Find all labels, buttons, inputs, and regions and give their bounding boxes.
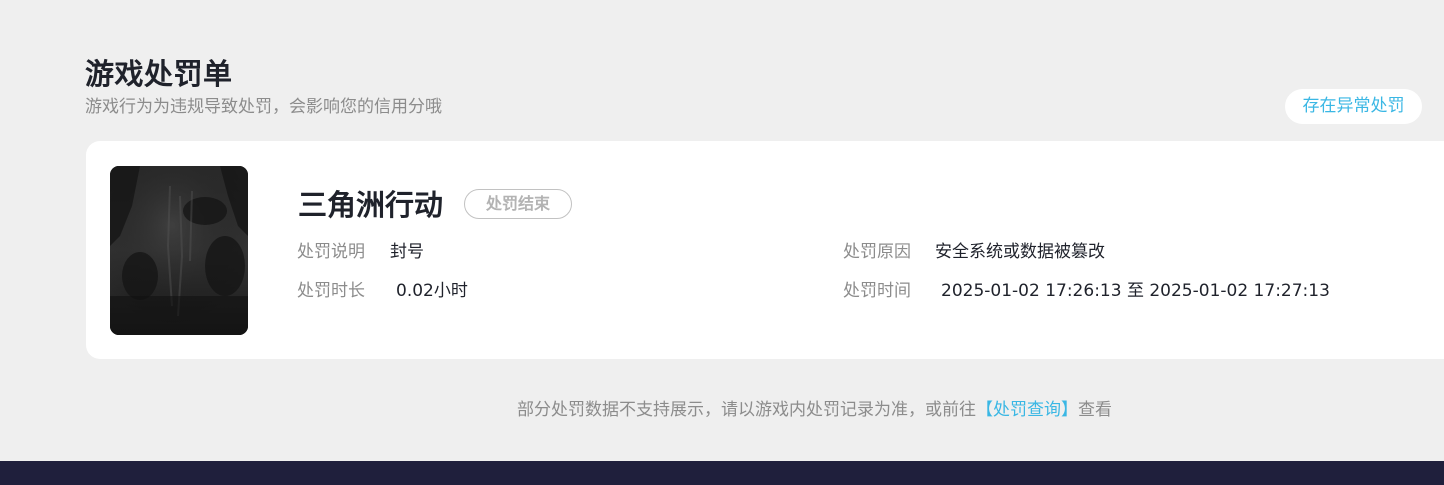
page-header: 游戏处罚单 游戏行为为违规导致处罚，会影响您的信用分哦 bbox=[85, 55, 442, 119]
status-badge: 处罚结束 bbox=[464, 189, 572, 219]
time-value: 2025-01-02 17:26:13 至 2025-01-02 17:27:1… bbox=[941, 281, 1330, 301]
page-subtitle: 游戏行为为违规导致处罚，会影响您的信用分哦 bbox=[85, 97, 442, 117]
penalty-card: 三角洲行动 处罚结束 处罚说明 封号 处罚原因 安全系统或数据被篡改 处罚时长 … bbox=[86, 141, 1444, 359]
duration-label: 处罚时长 bbox=[297, 281, 365, 301]
footer-note-suffix: 查看 bbox=[1078, 400, 1112, 420]
reason-value: 安全系统或数据被篡改 bbox=[935, 242, 1105, 262]
game-name: 三角洲行动 bbox=[298, 188, 444, 222]
footer-note-prefix: 部分处罚数据不支持展示，请以游戏内处罚记录为准，或前往 bbox=[517, 400, 976, 420]
time-label: 处罚时间 bbox=[843, 281, 911, 301]
description-value: 封号 bbox=[390, 242, 424, 262]
description-label: 处罚说明 bbox=[297, 242, 365, 262]
report-anomaly-button[interactable]: 存在异常处罚 bbox=[1285, 89, 1422, 124]
duration-value: 0.02小时 bbox=[396, 281, 468, 301]
reason-label: 处罚原因 bbox=[843, 242, 911, 262]
page-title: 游戏处罚单 bbox=[85, 57, 233, 91]
game-cover-image bbox=[110, 166, 248, 335]
bottom-bar bbox=[0, 461, 1444, 485]
footer-note: 部分处罚数据不支持展示，请以游戏内处罚记录为准，或前往【处罚查询】查看 bbox=[517, 398, 1112, 422]
penalty-query-link[interactable]: 【处罚查询】 bbox=[976, 400, 1078, 420]
